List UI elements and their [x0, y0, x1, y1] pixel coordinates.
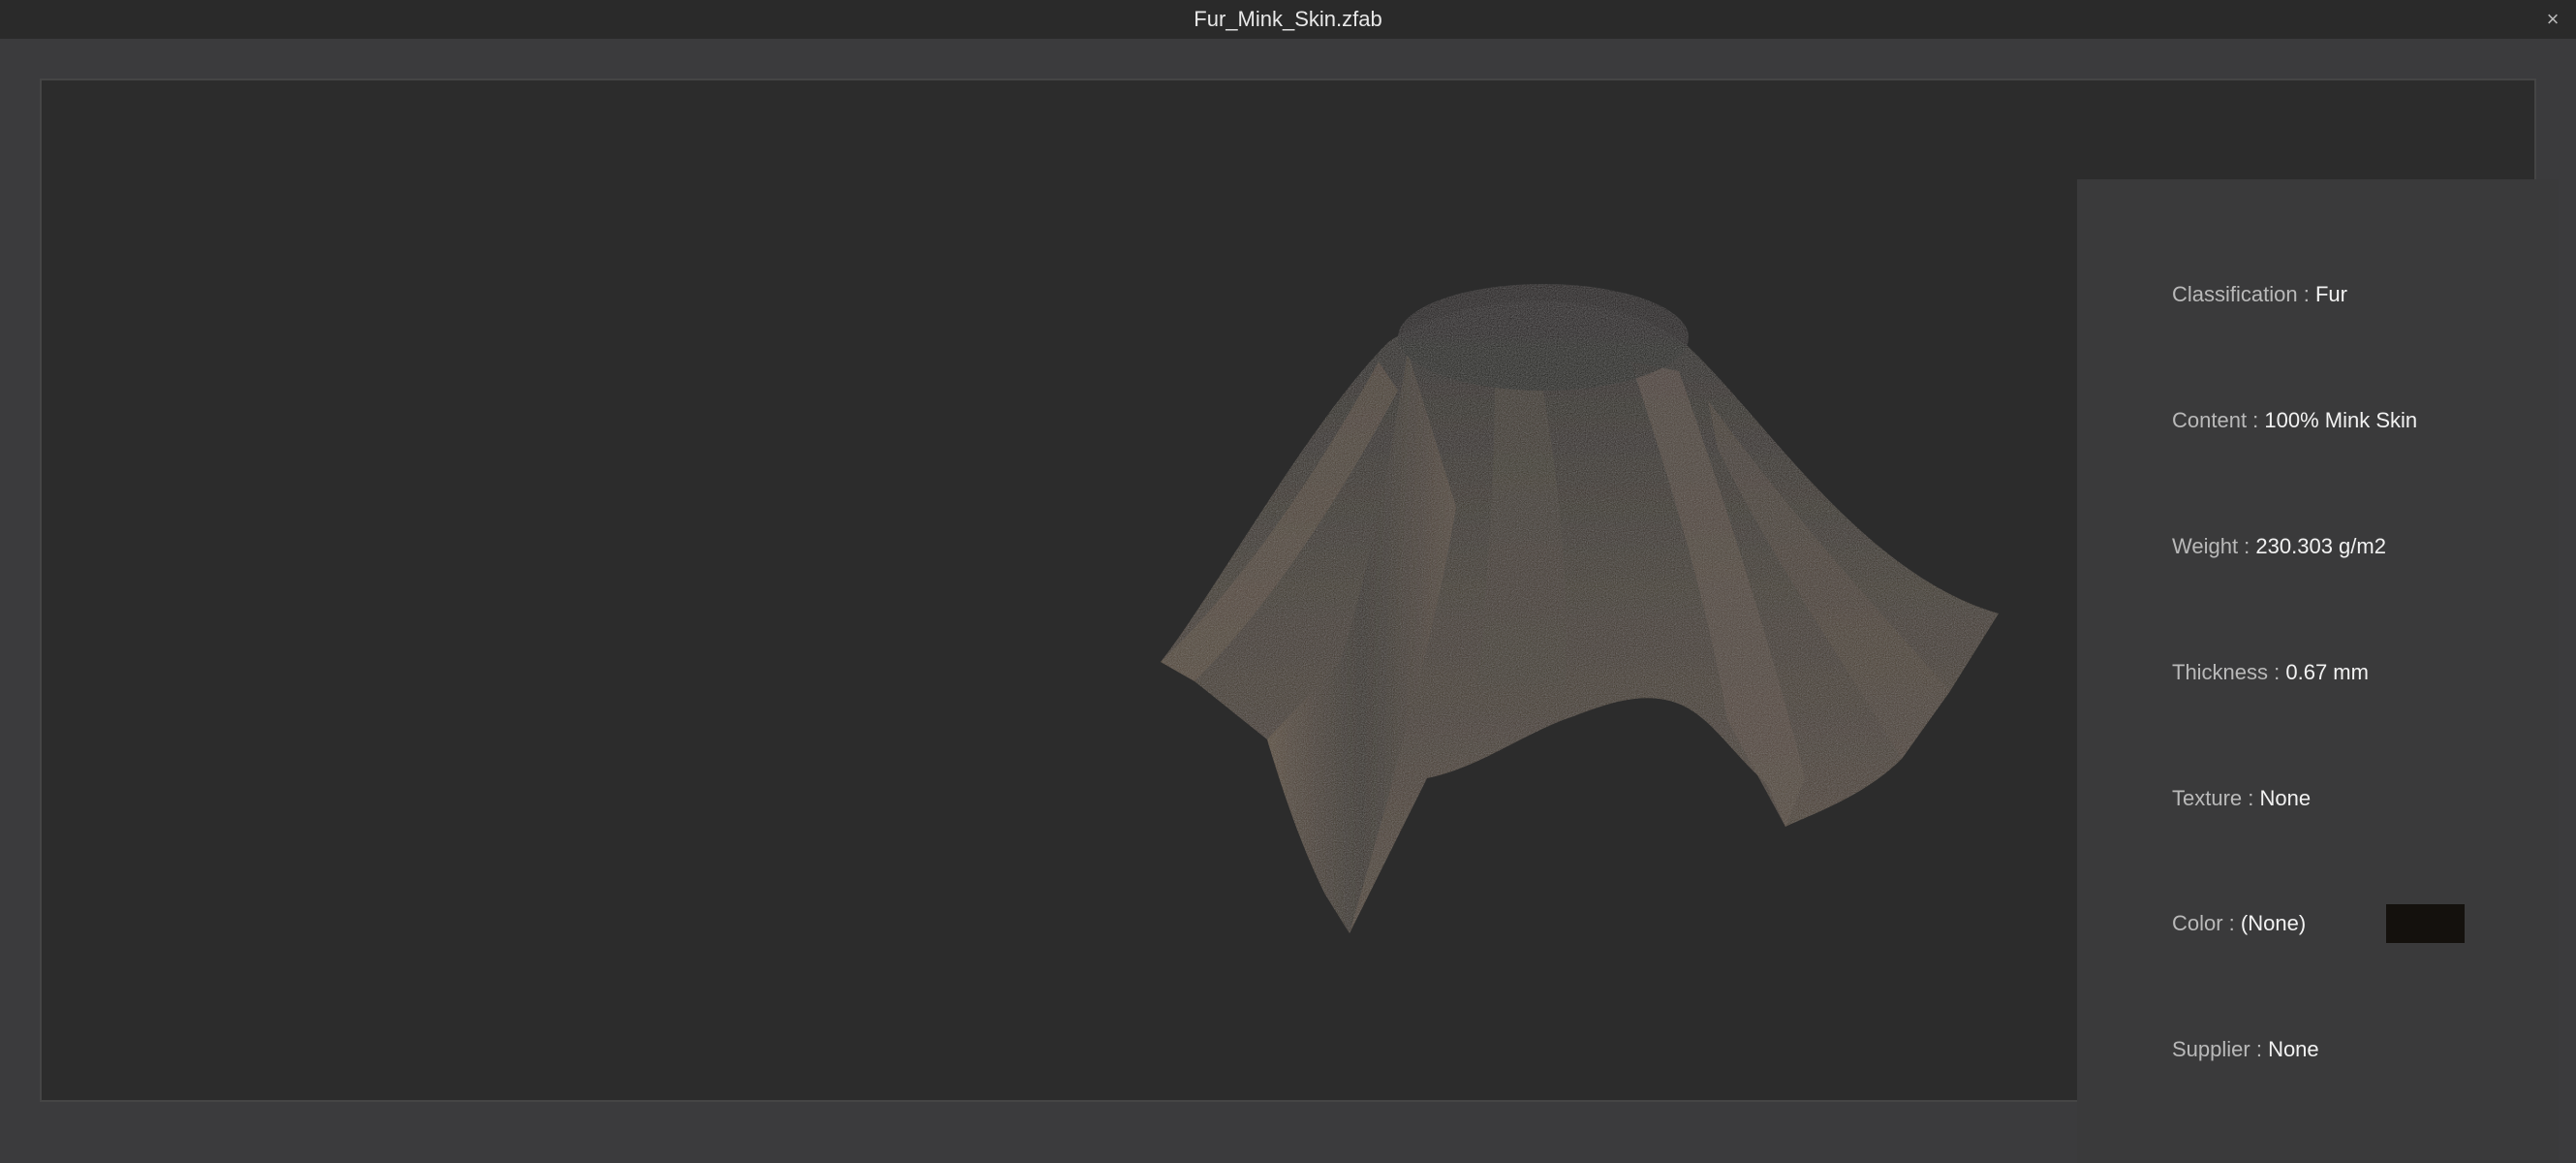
- texture-label: Texture :: [2172, 786, 2260, 810]
- title-bar: Fur_Mink_Skin.zfab ×: [0, 0, 2576, 39]
- fabric-drape-preview[interactable]: [1088, 255, 2018, 1030]
- color-label: Color :: [2172, 911, 2241, 935]
- thickness-label: Thickness :: [2172, 660, 2286, 684]
- weight-row: Weight : 230.303 g/m2: [2172, 530, 2386, 563]
- classification-row: Classification : Fur: [2172, 278, 2347, 311]
- thickness-value: 0.67 mm: [2285, 660, 2369, 684]
- color-row: Color : (None): [2172, 907, 2306, 940]
- weight-label: Weight :: [2172, 534, 2256, 558]
- content-row: Content : 100% Mink Skin: [2172, 404, 2417, 437]
- supplier-value: None: [2268, 1037, 2319, 1061]
- content-value: 100% Mink Skin: [2264, 408, 2418, 432]
- texture-row: Texture : None: [2172, 782, 2311, 815]
- classification-label: Classification :: [2172, 282, 2315, 306]
- color-swatch[interactable]: [2386, 904, 2465, 943]
- close-button[interactable]: ×: [2539, 6, 2566, 33]
- weight-value: 230.303 g/m2: [2255, 534, 2386, 558]
- supplier-row: Supplier : None: [2172, 1033, 2319, 1066]
- content-label: Content :: [2172, 408, 2265, 432]
- window-title: Fur_Mink_Skin.zfab: [1194, 7, 1382, 31]
- fabric-info-panel: Classification : Fur Content : 100% Mink…: [2077, 179, 2559, 1163]
- thickness-row: Thickness : 0.67 mm: [2172, 656, 2369, 689]
- color-value: (None): [2240, 911, 2307, 935]
- supplier-label: Supplier :: [2172, 1037, 2269, 1061]
- close-icon: ×: [2546, 7, 2560, 31]
- classification-value: Fur: [2314, 282, 2347, 306]
- fabric-viewer: Classification : Fur Content : 100% Mink…: [40, 79, 2559, 1163]
- texture-value: None: [2259, 786, 2312, 810]
